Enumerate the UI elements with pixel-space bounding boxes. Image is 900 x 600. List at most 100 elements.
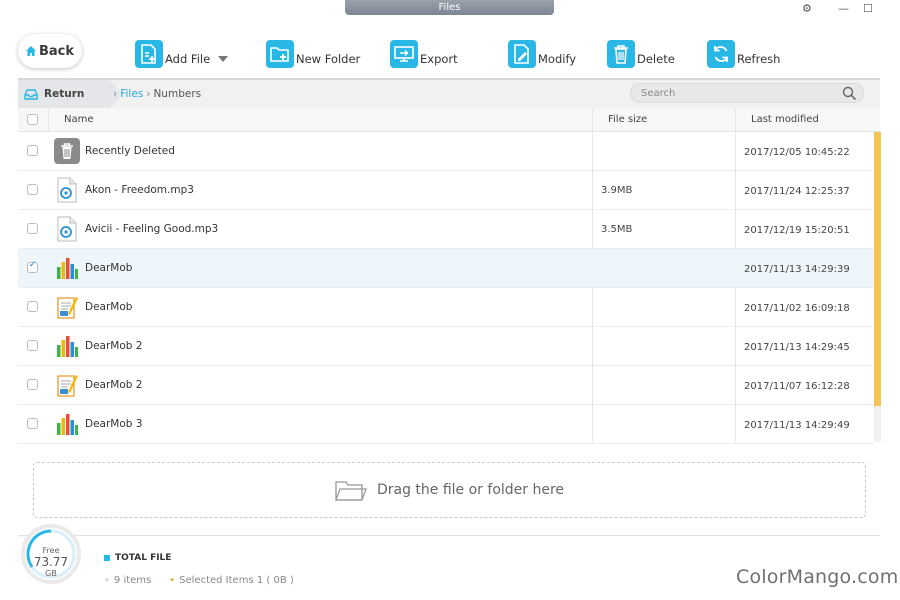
numbers-icon <box>54 333 80 359</box>
new-folder-icon <box>266 40 294 68</box>
drop-zone-label: Drag the file or folder here <box>376 482 565 498</box>
row-checkbox[interactable] <box>27 340 38 351</box>
row-checkbox[interactable] <box>27 379 38 390</box>
select-all-checkbox[interactable] <box>27 114 38 125</box>
breadcrumb-bar: Return › Files › Numbers <box>18 80 880 108</box>
export-icon <box>390 40 418 68</box>
row-checkbox[interactable] <box>27 223 38 234</box>
selected-items: Selected Items 1 ( 0B ) <box>169 575 294 586</box>
new-folder-button[interactable]: New Folder <box>266 38 360 68</box>
file-modified: 2017/11/07 16:12:28 <box>744 381 850 392</box>
table-row[interactable]: Avicii - Feeling Good.mp3 3.5MB 2017/12/19… <box>18 210 873 249</box>
column-header-size[interactable]: File size <box>608 108 647 132</box>
file-name: DearMob 2 <box>85 340 143 352</box>
file-name: DearMob <box>85 262 133 274</box>
folder-icon <box>335 481 367 501</box>
row-checkbox[interactable] <box>27 145 38 156</box>
table-header: Name File size Last modified <box>18 108 880 132</box>
new-folder-label: New Folder <box>296 52 361 66</box>
file-name: DearMob 3 <box>85 418 143 430</box>
file-name: DearMob <box>85 301 133 313</box>
row-checkbox[interactable] <box>27 418 38 429</box>
search-box[interactable] <box>630 83 864 103</box>
table-row[interactable]: DearMob 2 2017/11/13 14:29:45 <box>18 327 873 366</box>
delete-button[interactable]: Delete <box>607 38 675 68</box>
file-stats: 9 items Selected Items 1 ( 0B ) <box>104 575 294 586</box>
audio-file-icon <box>54 216 80 242</box>
home-icon <box>25 46 36 56</box>
window-title: Files <box>345 0 554 15</box>
footer-divider <box>18 535 880 536</box>
back-button[interactable]: Back <box>18 34 82 68</box>
items-count: 9 items <box>104 575 151 586</box>
breadcrumb-chevron-icon: › <box>113 88 118 100</box>
file-modified: 2017/11/02 16:09:18 <box>744 303 850 314</box>
back-label: Back <box>38 43 75 59</box>
table-row[interactable]: Akon - Freedom.mp3 3.9MB 2017/11/24 12:25:… <box>18 171 873 210</box>
file-modified: 2017/11/13 14:29:49 <box>744 420 850 431</box>
delete-icon <box>607 40 635 68</box>
add-file-icon <box>135 40 163 68</box>
add-file-label: Add File <box>165 52 211 66</box>
storage-free-label: Free <box>42 546 60 555</box>
legend-square-icon <box>104 555 110 561</box>
file-name: Recently Deleted <box>85 145 175 157</box>
file-name: DearMob 2 <box>85 379 143 391</box>
file-name: Avicii - Feeling Good.mp3 <box>85 223 219 235</box>
return-button[interactable]: Return <box>18 80 122 108</box>
export-button[interactable]: Export <box>390 38 458 68</box>
breadcrumb-item-files[interactable]: Files <box>120 88 143 100</box>
pages-icon <box>54 372 80 398</box>
table-row[interactable]: DearMob 2 2017/11/07 16:12:28 <box>18 366 873 405</box>
column-header-modified[interactable]: Last modified <box>751 108 819 132</box>
table-row[interactable]: Recently Deleted 2017/12/05 10:45:22 <box>18 132 873 171</box>
trash-icon <box>54 138 80 164</box>
breadcrumb: › Files › Numbers <box>110 80 201 108</box>
title-bar: Files ⚙ — ☐ <box>0 0 900 18</box>
pages-icon <box>54 294 80 320</box>
file-modified: 2017/11/13 14:29:45 <box>744 342 850 353</box>
add-file-dropdown-icon[interactable] <box>218 56 228 62</box>
storage-readout: Free 73.77 GB <box>20 546 82 578</box>
table-row[interactable]: DearMob 2017/11/02 16:09:18 <box>18 288 873 327</box>
file-modified: 2017/12/05 10:45:22 <box>744 147 850 158</box>
drop-zone[interactable]: Drag the file or folder here <box>33 462 866 518</box>
delete-label: Delete <box>637 52 675 66</box>
file-size: 3.9MB <box>601 185 633 196</box>
refresh-button[interactable]: Refresh <box>707 38 780 68</box>
scrollbar-thumb[interactable] <box>874 132 881 406</box>
column-header-name[interactable]: Name <box>64 108 94 132</box>
add-file-button[interactable]: Add File <box>135 38 210 68</box>
file-modified: 2017/11/24 12:25:37 <box>744 186 850 197</box>
modify-icon <box>508 40 536 68</box>
row-checkbox[interactable] <box>27 301 38 312</box>
settings-gear-icon[interactable]: ⚙ <box>802 2 812 15</box>
file-size: 3.5MB <box>601 224 633 235</box>
column-divider <box>48 108 49 132</box>
storage-unit: GB <box>45 569 57 578</box>
numbers-icon <box>54 255 80 281</box>
export-label: Export <box>420 52 458 66</box>
maximize-button[interactable]: ☐ <box>863 2 873 15</box>
row-checkbox[interactable] <box>27 260 38 273</box>
row-checkbox[interactable] <box>27 184 38 195</box>
refresh-icon <box>707 40 735 68</box>
file-name: Akon - Freedom.mp3 <box>85 184 194 196</box>
table-row[interactable]: DearMob 2017/11/13 14:29:39 <box>18 249 873 288</box>
breadcrumb-item-numbers: Numbers <box>153 88 202 100</box>
file-modified: 2017/11/13 14:29:39 <box>744 264 850 275</box>
file-modified: 2017/12/19 15:20:51 <box>744 225 850 236</box>
storage-free-value: 73.77 <box>33 555 69 569</box>
breadcrumb-chevron-icon: › <box>146 88 151 100</box>
table-row[interactable]: DearMob 3 2017/11/13 14:29:49 <box>18 405 873 444</box>
scrollbar[interactable] <box>874 132 881 442</box>
return-label: Return <box>44 88 85 100</box>
numbers-icon <box>54 411 80 437</box>
search-input[interactable] <box>631 84 831 102</box>
inbox-tray-icon <box>24 88 38 100</box>
audio-file-icon <box>54 177 80 203</box>
modify-button[interactable]: Modify <box>508 38 576 68</box>
watermark: ColorMango.com <box>736 566 899 588</box>
minimize-button[interactable]: — <box>838 2 849 15</box>
search-icon[interactable] <box>842 86 857 101</box>
